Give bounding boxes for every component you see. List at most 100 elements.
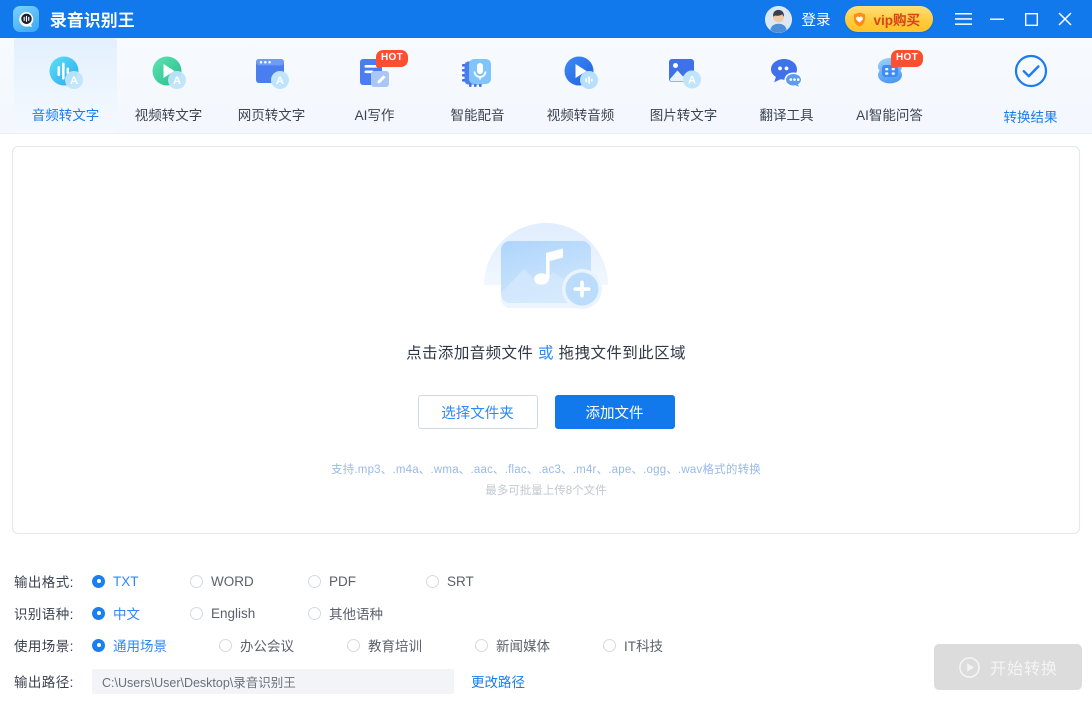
change-path-link[interactable]: 更改路径 (471, 671, 525, 691)
nav-label: 网页转文字 (237, 108, 306, 123)
nav-item-image-to-text[interactable]: A 图片转文字 (632, 38, 735, 133)
nav-label: 视频转文字 (134, 108, 203, 123)
avatar-image (765, 5, 793, 33)
hamburger-menu-icon[interactable] (946, 0, 980, 38)
file-dropzone[interactable]: 点击添加音频文件 或 拖拽文件到此区域 选择文件夹 添加文件 支持.mp3、.m… (12, 146, 1080, 534)
radio-label: WORD (211, 573, 254, 589)
radio-circle (190, 606, 203, 620)
radio-output-format-srt[interactable]: SRT (426, 574, 474, 589)
radio-label: SRT (447, 573, 474, 589)
scene-row: 使用场景: 通用场景 办公会议 教育培训 新闻媒体 IT科技 (14, 629, 1092, 661)
vip-purchase-button[interactable]: vip购买 (845, 6, 933, 32)
login-button[interactable]: 登录 (801, 9, 830, 30)
translate-tool-icon (764, 51, 810, 97)
maximize-icon (1024, 12, 1038, 26)
smart-dubbing-icon (455, 51, 501, 97)
radio-label: 办公会议 (240, 639, 294, 654)
scene-label: 使用场景: (14, 639, 74, 654)
radio-output-format-txt[interactable]: TXT (92, 574, 180, 589)
audio-to-text-icon: A (43, 51, 89, 97)
radio-label: 新闻媒体 (496, 639, 550, 654)
radio-label: TXT (113, 573, 139, 589)
nav-item-webpage-to-text[interactable]: A 网页转文字 (220, 38, 323, 133)
radio-circle (308, 606, 321, 620)
nav-item-translate-tool[interactable]: 翻译工具 (735, 38, 838, 133)
radio-language-chinese[interactable]: 中文 (92, 603, 180, 623)
nav-item-audio-to-text[interactable]: A 音频转文字 (14, 38, 117, 133)
add-audio-file-icon (461, 209, 631, 327)
start-conversion-label: 开始转换 (989, 661, 1058, 678)
dropzone-hints: 支持.mp3、.m4a、.wma、.aac、.flac、.ac3、.m4r、.a… (331, 461, 761, 498)
radio-scene-meeting[interactable]: 办公会议 (219, 635, 337, 655)
hot-badge: HOT (890, 50, 923, 67)
close-button[interactable] (1048, 0, 1082, 38)
app-title: 录音识别王 (50, 12, 135, 30)
radio-language-other[interactable]: 其他语种 (308, 603, 383, 623)
output-format-row: 输出格式: TXT WORD PDF SRT (14, 565, 1092, 597)
nav-item-video-to-audio[interactable]: 视频转音频 (529, 38, 632, 133)
radio-scene-general[interactable]: 通用场景 (92, 635, 209, 655)
start-conversion-button[interactable]: 开始转换 (934, 644, 1082, 690)
dropzone-prompt-or: 或 (538, 345, 554, 362)
radio-language-english[interactable]: English (190, 606, 298, 621)
nav-label: 视频转音频 (546, 108, 615, 123)
add-file-button[interactable]: 添加文件 (554, 395, 675, 429)
radio-circle (308, 574, 321, 588)
svg-text:A: A (70, 75, 78, 87)
webpage-to-text-icon: A (249, 51, 295, 97)
output-path-input[interactable] (92, 668, 454, 694)
dropzone-prompt: 点击添加音频文件 或 拖拽文件到此区域 (406, 341, 686, 363)
radio-circle (190, 574, 203, 588)
minimize-button[interactable] (980, 0, 1014, 38)
svg-text:A: A (276, 75, 284, 87)
image-to-text-icon: A (661, 51, 707, 97)
nav-item-video-to-text[interactable]: A 视频转文字 (117, 38, 220, 133)
feature-nav-bar: A 音频转文字 A 视频转文字 A 网页转文字 HOT AI写作 智能配音 视频… (0, 38, 1092, 134)
hot-badge: HOT (375, 50, 408, 67)
main-content: 点击添加音频文件 或 拖拽文件到此区域 选择文件夹 添加文件 支持.mp3、.m… (0, 134, 1092, 549)
radio-label: 教育培训 (368, 639, 422, 654)
nav-item-ai-writing[interactable]: HOT AI写作 (323, 38, 426, 133)
nav-label: AI智能问答 (856, 108, 923, 123)
dropzone-buttons: 选择文件夹 添加文件 (417, 395, 675, 429)
nav-item-smart-dubbing[interactable]: 智能配音 (426, 38, 529, 133)
maximize-button[interactable] (1014, 0, 1048, 38)
hamburger-glyph (954, 13, 972, 25)
radio-circle (92, 574, 105, 588)
user-avatar[interactable] (765, 5, 793, 33)
video-to-audio-icon (558, 51, 604, 97)
svg-text:A: A (688, 75, 696, 87)
batch-limit-text: 最多可批量上传8个文件 (485, 485, 607, 497)
radio-circle (347, 638, 360, 652)
radio-circle (92, 606, 105, 620)
radio-circle (426, 574, 439, 588)
radio-output-format-pdf[interactable]: PDF (308, 574, 416, 589)
radio-circle (92, 638, 105, 652)
output-format-label: 输出格式: (14, 575, 74, 590)
svg-text:A: A (173, 75, 181, 87)
radio-label: PDF (329, 573, 356, 589)
radio-label: IT科技 (624, 639, 663, 654)
nav-label: 音频转文字 (31, 108, 100, 123)
radio-scene-it[interactable]: IT科技 (603, 635, 663, 655)
check-circle-icon (1008, 50, 1054, 96)
settings-panel: 输出格式: TXT WORD PDF SRT 识别语种: 中文 English (0, 549, 1092, 697)
nav-item-ai-qa[interactable]: HOT AI智能问答 (838, 38, 941, 133)
supported-formats-text: 支持.mp3、.m4a、.wma、.aac、.flac、.ac3、.m4r、.a… (331, 464, 761, 476)
radio-output-format-word[interactable]: WORD (190, 574, 298, 589)
output-path-label: 输出路径: (14, 675, 74, 690)
titlebar-controls: 登录 vip购买 (765, 0, 1082, 38)
radio-label: 其他语种 (329, 607, 383, 622)
nav-label: 智能配音 (450, 108, 505, 123)
select-folder-button[interactable]: 选择文件夹 (417, 395, 538, 429)
radio-circle (603, 638, 616, 652)
radio-scene-education[interactable]: 教育培训 (347, 635, 465, 655)
dropzone-prompt-prefix: 点击添加音频文件 (406, 345, 534, 362)
language-label: 识别语种: (14, 607, 74, 622)
nav-item-conversion-result[interactable]: 转换结果 (979, 38, 1082, 133)
radio-scene-news[interactable]: 新闻媒体 (475, 635, 593, 655)
radio-circle (475, 638, 488, 652)
language-row: 识别语种: 中文 English 其他语种 (14, 597, 1092, 629)
video-to-text-icon: A (146, 51, 192, 97)
